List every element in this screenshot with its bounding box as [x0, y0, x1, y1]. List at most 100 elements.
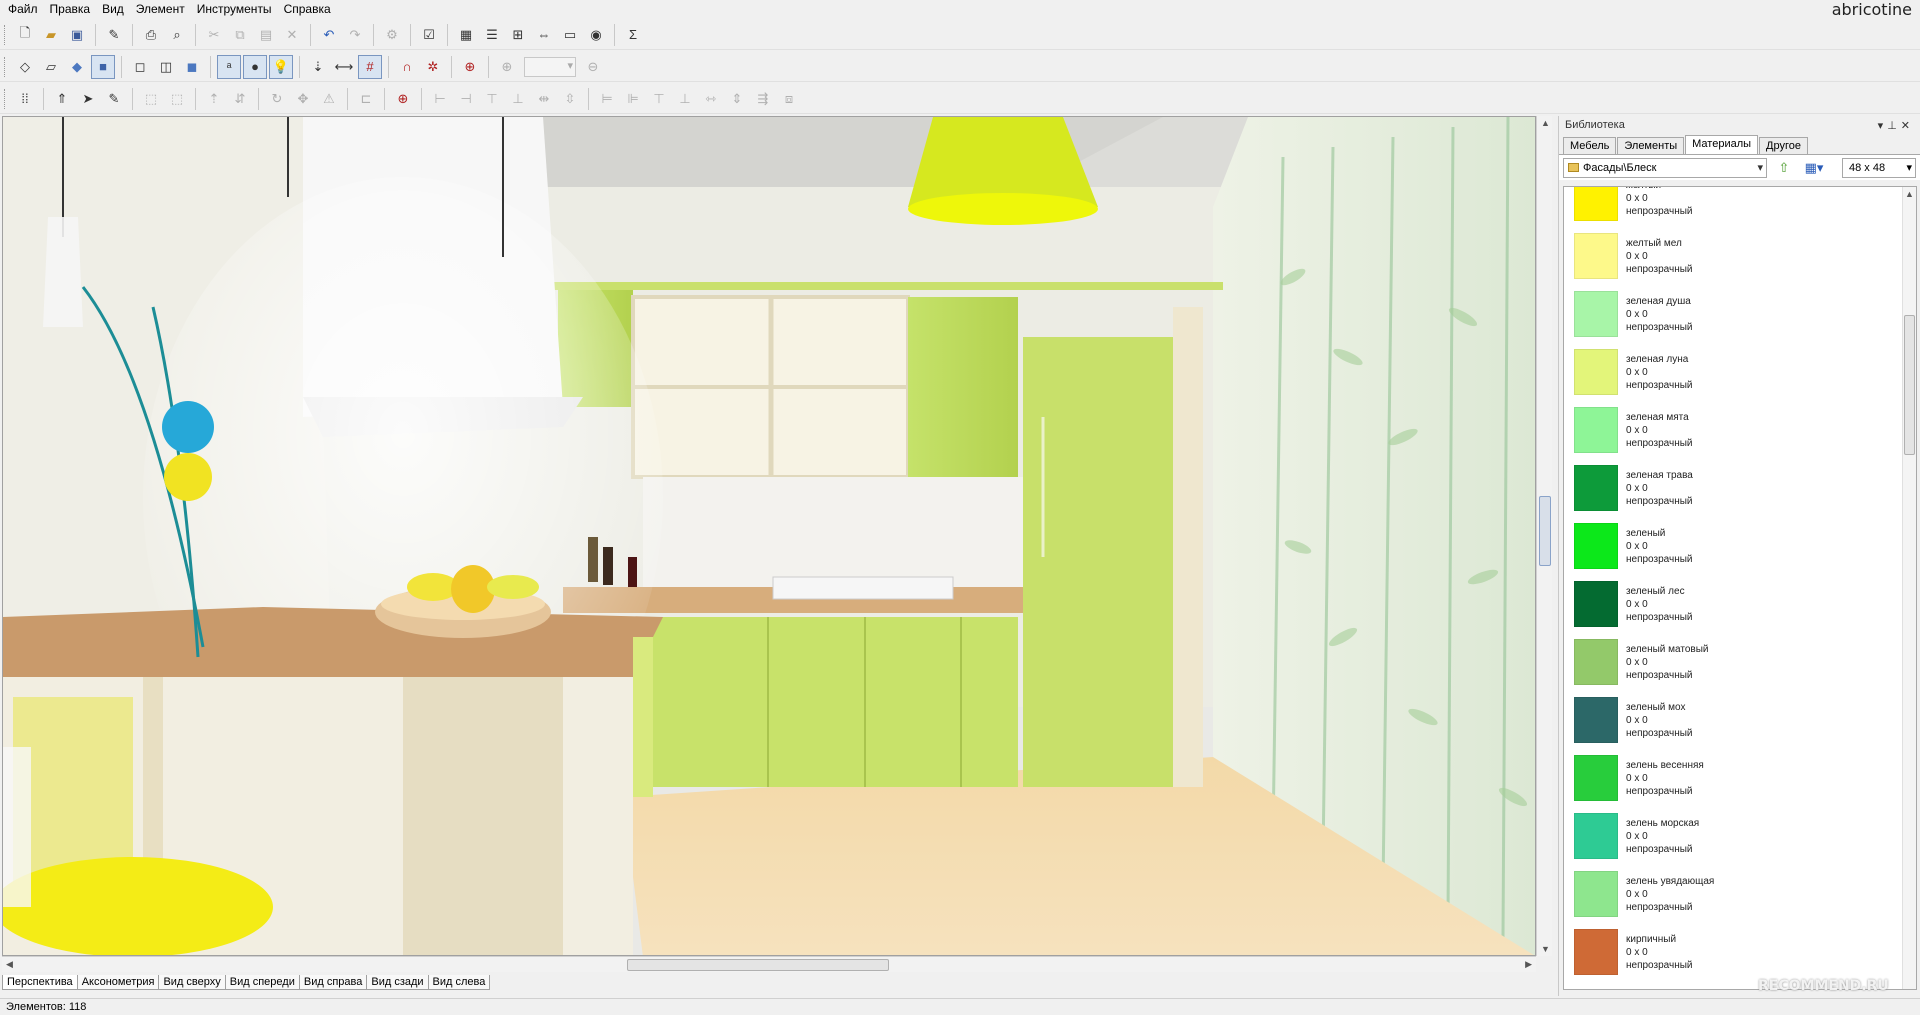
menu-help[interactable]: Справка [280, 2, 339, 16]
space-v-icon[interactable]: ⇕ [725, 87, 749, 111]
warning-icon[interactable]: ⚠ [317, 87, 341, 111]
menu-tools[interactable]: Инструменты [193, 2, 280, 16]
screen-icon[interactable]: ▭ [558, 23, 582, 47]
render-icon[interactable]: ◉ [584, 23, 608, 47]
material-item[interactable]: желтый мел 0 x 0 непрозрачный [1564, 227, 1894, 285]
align-left-icon[interactable]: ⊢ [428, 87, 452, 111]
scroll-thumb[interactable] [1539, 496, 1551, 566]
material-item[interactable]: зеленый лес 0 x 0 непрозрачный [1564, 575, 1894, 633]
scroll-right-icon[interactable]: ▶ [1525, 959, 1532, 970]
distribute-icon[interactable]: ⇹ [532, 87, 556, 111]
move-icon[interactable]: ✥ [291, 87, 315, 111]
sum-icon[interactable]: Σ [621, 23, 645, 47]
align-bottom-icon[interactable]: ⊥ [506, 87, 530, 111]
material-item[interactable]: зеленая мята 0 x 0 непрозрачный [1564, 401, 1894, 459]
cut-icon[interactable]: ✂ [202, 23, 226, 47]
tab-materials[interactable]: Материалы [1685, 135, 1759, 154]
zoom-out-icon[interactable]: ⊖ [581, 55, 605, 79]
paste-icon[interactable]: ▤ [254, 23, 278, 47]
scroll-thumb[interactable] [1904, 315, 1915, 455]
select-all-icon[interactable]: ⁞⁞ [13, 87, 37, 111]
view-perspective-icon[interactable]: ■ [91, 54, 115, 79]
material-item[interactable]: зелень морская 0 x 0 непрозрачный [1564, 807, 1894, 865]
viewport-vertical-scrollbar[interactable]: ▲ ▼ [1536, 116, 1552, 956]
folder-path-select[interactable]: Фасады\Блеск [1563, 157, 1767, 178]
shadow-icon[interactable]: ● [243, 54, 267, 79]
materials-list[interactable]: кирпичный 0 x 0 непрозрачный зелень увядающ… [1563, 186, 1917, 990]
list-icon[interactable]: ☰ [480, 23, 504, 47]
material-item[interactable]: зеленая душа 0 x 0 непрозрачный [1564, 285, 1894, 343]
snap-right-icon[interactable]: ⊫ [621, 87, 645, 111]
export-icon[interactable]: ⇔ [532, 23, 556, 47]
open-folder-icon[interactable]: ▰ [39, 23, 63, 47]
delete-icon[interactable]: ✕ [280, 23, 304, 47]
scroll-down-icon[interactable]: ▼ [1541, 944, 1550, 954]
material-item[interactable]: желтый0 x 0непрозрачный [1564, 187, 1894, 227]
material-item[interactable]: зелень весенняя 0 x 0 непрозрачный [1564, 749, 1894, 807]
measure-icon[interactable]: ⇣ [306, 55, 330, 79]
tab-left-view[interactable]: Вид слева [427, 975, 491, 990]
material-item[interactable]: кирпичный 0 x 0 непрозрачный [1564, 923, 1894, 981]
ungroup-icon[interactable]: ⬚ [165, 87, 189, 111]
close-icon[interactable]: ✕ [1901, 120, 1914, 132]
distribute-v-icon[interactable]: ⇳ [558, 87, 582, 111]
view-box-icon[interactable]: ◆ [65, 55, 89, 79]
align-icon[interactable]: ⇡ [202, 87, 226, 111]
thumbnail-size-select[interactable]: 48 x 48 [1842, 157, 1916, 178]
tab-top-view[interactable]: Вид сверху [158, 975, 226, 990]
scroll-left-icon[interactable]: ◀ [6, 959, 13, 970]
tab-perspective[interactable]: Перспектива [2, 975, 78, 990]
dropdown-icon[interactable]: ▾ [1878, 120, 1888, 132]
align-center-icon[interactable]: ⊣ [454, 87, 478, 111]
stack-icon[interactable]: ⧈ [777, 87, 801, 111]
edit-icon[interactable]: ✎ [102, 23, 126, 47]
catalog-icon[interactable]: ▦ [454, 23, 478, 47]
pencil-icon[interactable]: ✎ [102, 87, 126, 111]
menu-file[interactable]: Файл [4, 2, 46, 16]
flip-icon[interactable]: ⇵ [228, 87, 252, 111]
dimension-icon[interactable]: ⊞ [506, 23, 530, 47]
zoom-in-icon[interactable]: ⊕ [495, 55, 519, 79]
view-top-icon[interactable]: ◇ [13, 55, 37, 79]
report-icon[interactable]: ☑ [417, 23, 441, 47]
move-up-icon[interactable]: ⇑ [50, 87, 74, 111]
tab-front-view[interactable]: Вид спереди [224, 975, 300, 990]
material-item[interactable]: зеленая трава 0 x 0 непрозрачный [1564, 459, 1894, 517]
material-item[interactable]: зеленая луна 0 x 0 непрозрачный [1564, 343, 1894, 401]
tab-other[interactable]: Другое [1759, 137, 1808, 154]
3d-viewport[interactable] [2, 116, 1536, 956]
group-icon[interactable]: ⬚ [139, 87, 163, 111]
pointer-icon[interactable]: ➤ [76, 87, 100, 111]
tab-axonometry[interactable]: Аксонометрия [76, 975, 160, 990]
copy-icon[interactable]: ⧉ [228, 23, 252, 47]
shaded-icon[interactable]: ◼ [180, 55, 204, 79]
center-icon[interactable]: ⊕ [391, 87, 415, 111]
view-mode-icon[interactable]: ▦▾ [1802, 156, 1826, 180]
snap-left-icon[interactable]: ⊨ [595, 87, 619, 111]
snap-top-icon[interactable]: ⊤ [647, 87, 671, 111]
menu-element[interactable]: Элемент [132, 2, 193, 16]
new-file-icon[interactable]: 🗋 [13, 23, 37, 47]
save-icon[interactable]: ▣ [65, 23, 89, 47]
wireframe-icon[interactable]: ◻ [128, 55, 152, 79]
scroll-up-icon[interactable]: ▲ [1541, 118, 1550, 128]
scroll-thumb[interactable] [627, 959, 889, 971]
properties-icon[interactable]: ⚙ [380, 23, 404, 47]
folder-up-icon[interactable]: ⇧ [1772, 156, 1796, 180]
snap-bottom-icon[interactable]: ⊥ [673, 87, 697, 111]
grid-icon[interactable]: # [358, 54, 382, 79]
rotate-icon[interactable]: ↻ [265, 87, 289, 111]
pin-icon[interactable]: ⊥ [1887, 120, 1901, 132]
print-icon[interactable]: ⎙ [139, 23, 163, 47]
align-top-icon[interactable]: ⊤ [480, 87, 504, 111]
magnet-icon[interactable]: ∩ [395, 55, 419, 79]
zoom-combo[interactable] [524, 56, 576, 77]
tab-elements[interactable]: Элементы [1617, 137, 1685, 154]
undo-icon[interactable]: ↶ [317, 23, 341, 47]
material-item[interactable]: зеленый 0 x 0 непрозрачный [1564, 517, 1894, 575]
print-preview-icon[interactable]: ⌕ [165, 23, 189, 47]
toolbar-grip[interactable] [4, 24, 8, 45]
hidden-line-icon[interactable]: ◫ [154, 55, 178, 79]
menu-edit[interactable]: Правка [46, 2, 99, 16]
material-item[interactable]: зеленый матовый 0 x 0 непрозрачный [1564, 633, 1894, 691]
